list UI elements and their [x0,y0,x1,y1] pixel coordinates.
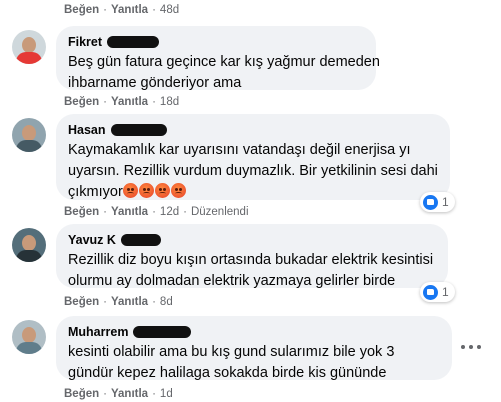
reply-button[interactable]: Yanıtla [111,206,148,218]
reaction-count[interactable]: 1 [420,192,455,212]
pouting-face-icon [154,183,170,198]
like-button[interactable]: Beğen [64,4,99,16]
comment-actions-0: Beğen · Yanıtla · 48d [64,2,179,18]
pouting-face-icon [138,183,154,198]
reply-button[interactable]: Yanıtla [111,388,148,400]
comment-bubble: Muharrem kesinti olabilir ama bu kış gun… [56,316,452,381]
like-button[interactable]: Beğen [64,96,99,108]
avatar[interactable] [12,118,46,152]
redacted-name [107,36,160,48]
timestamp[interactable]: 12d [160,206,179,218]
commenter-name[interactable]: Muharrem [68,325,128,339]
like-button[interactable]: Beğen [64,388,99,400]
reply-button[interactable]: Yanıtla [111,96,148,108]
separator: · [152,4,156,16]
commenter-name[interactable]: Fikret [68,35,102,49]
timestamp[interactable]: 8d [160,296,173,308]
reply-button[interactable]: Yanıtla [111,296,148,308]
redacted-name [110,124,167,136]
reaction-count[interactable]: 1 [420,282,455,302]
pouting-face-icon [170,183,186,198]
timestamp[interactable]: 1d [160,388,173,400]
comment-actions: Beğen · Yanıtla · 8d [64,296,173,308]
commenter-name[interactable]: Yavuz K [68,233,116,247]
comment-text: Kaymakamlık kar uyarısını vatandaşı deği… [68,142,438,200]
reply-button[interactable]: Yanıtla [111,4,148,16]
separator: · [103,4,107,16]
timestamp[interactable]: 18d [160,96,179,108]
redacted-name [133,326,192,338]
comment-actions: Beğen · Yanıtla · 18d [64,96,180,108]
like-button[interactable]: Beğen [64,296,99,308]
commenter-name[interactable]: Hasan [68,123,106,137]
comment-bubble: Fikret Beş gün fatura geçince kar kış ya… [56,26,380,91]
avatar[interactable] [12,228,46,262]
comment-bubble: Hasan Kaymakamlık kar uyarısını vatandaş… [56,114,450,200]
comment-actions: Beğen · Yanıtla · 1d [64,388,173,400]
redacted-name [120,234,161,246]
edited-label: Düzenlendi [190,206,249,218]
pouting-face-icon [122,183,138,198]
avatar[interactable] [12,30,46,64]
comment-text: Rezillik diz boyu kışın ortasında bukada… [68,252,434,289]
avatar[interactable] [12,320,46,354]
comment-text: Beş gün fatura geçince kar kış yağmur de… [68,54,380,91]
like-icon [423,194,438,210]
more-options-icon[interactable] [461,344,481,350]
timestamp[interactable]: 48d [160,4,179,16]
comment-actions: Beğen · Yanıtla · 12d · Düzenlendi [64,206,249,218]
like-button[interactable]: Beğen [64,206,99,218]
comment-text: kesinti olabilir ama bu kış gund sularım… [68,344,395,381]
comment-bubble: Yavuz K Rezillik diz boyu kışın ortasınd… [56,224,448,289]
like-icon [423,284,438,300]
